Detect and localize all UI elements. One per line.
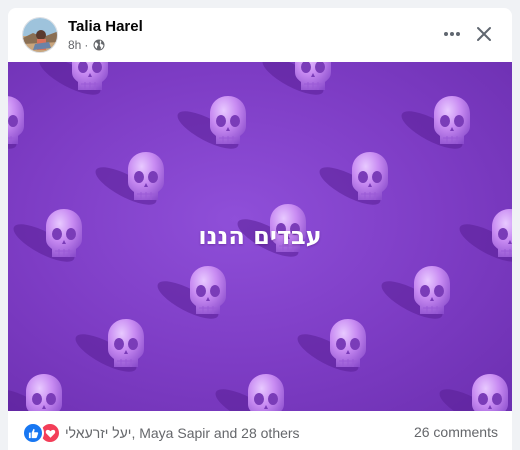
reactions-summary[interactable]: יעל יזרעאלי, Maya Sapir and 28 others <box>22 422 300 444</box>
close-button[interactable] <box>468 18 500 50</box>
reactor-others[interactable]: , Maya Sapir and 28 others <box>131 425 299 441</box>
globe-icon[interactable] <box>93 39 105 51</box>
reactor-name[interactable]: יעל יזרעאלי <box>65 425 131 441</box>
post-footer: יעל יזרעאלי, Maya Sapir and 28 others 26… <box>8 411 512 450</box>
comments-count[interactable]: 26 comments <box>414 424 498 440</box>
reaction-names[interactable]: יעל יזרעאלי, Maya Sapir and 28 others <box>65 425 300 441</box>
author-name[interactable]: Talia Harel <box>68 18 143 35</box>
more-options-button[interactable] <box>436 20 468 48</box>
close-icon <box>477 27 491 41</box>
post-header: Talia Harel 8h · <box>8 8 512 62</box>
post-meta: 8h · <box>68 38 105 52</box>
post-time[interactable]: 8h <box>68 38 81 52</box>
meta-separator: · <box>84 38 89 52</box>
post-photo[interactable]: עבדים הננו <box>8 62 512 411</box>
like-icon <box>22 422 44 444</box>
avatar[interactable] <box>22 17 58 53</box>
more-horizontal-icon <box>444 32 460 36</box>
photo-caption: עבדים הננו <box>198 222 322 250</box>
post-card: Talia Harel 8h · עבדים הננו יעל יזרעאלי,… <box>8 8 512 450</box>
